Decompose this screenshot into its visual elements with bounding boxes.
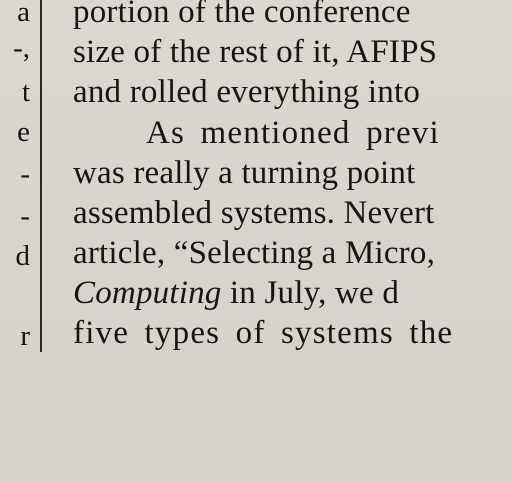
text-line-2: size of the rest of it, AFIPS	[73, 34, 438, 70]
main-text-column: portion of the conference size of the re…	[73, 0, 512, 360]
text-line-8-rest: in July, we d	[221, 275, 400, 311]
text-line-9: five types of systems the	[73, 315, 454, 351]
left-line-6: -	[20, 200, 30, 232]
left-line-5: -	[20, 158, 30, 190]
left-line-8: r	[20, 320, 30, 352]
text-line-5: was really a turning point	[73, 155, 416, 191]
left-line-3: t	[21, 76, 30, 108]
text-line-6: assembled systems. Nevert	[73, 195, 435, 231]
column-divider	[40, 0, 42, 352]
text-line-1: portion of the conference	[73, 0, 411, 30]
text-line-3: and rolled everything into	[73, 74, 421, 110]
text-line-8: Computing in July, we d	[73, 273, 399, 313]
left-line-7: d	[15, 240, 31, 272]
text-line-4: As mentioned previ	[146, 115, 440, 151]
italic-title: Computing	[73, 275, 222, 311]
document-page: a -, t e - - d r portion of the conferen…	[0, 0, 512, 482]
left-line-4: e	[17, 116, 30, 148]
left-text-column: a -, t e - - d r	[0, 0, 33, 360]
left-line-2: -,	[13, 32, 30, 64]
text-line-7: article, “Selecting a Micro,	[73, 235, 436, 271]
